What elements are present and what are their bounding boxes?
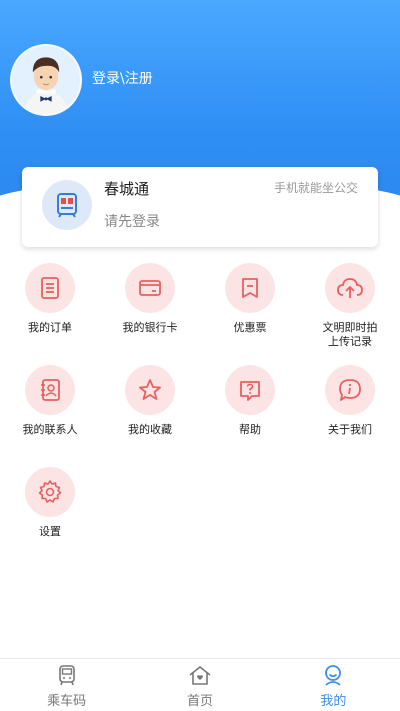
avatar[interactable] xyxy=(10,44,82,116)
menu-settings[interactable]: 设置 xyxy=(0,467,100,539)
menu-label: 我的联系人 xyxy=(22,423,78,436)
menu-label: 关于我们 xyxy=(328,423,372,436)
tab-label: 首页 xyxy=(186,694,213,709)
gear-icon xyxy=(25,467,75,517)
menu-about-us[interactable]: 关于我们 xyxy=(300,365,400,437)
person-icon xyxy=(267,663,400,687)
menu-label: 我的收藏 xyxy=(128,423,172,436)
card-title: 春城通 xyxy=(104,180,150,198)
menu-label: 设置 xyxy=(39,525,61,538)
menu-label: 文明即时拍 上传记录 xyxy=(322,321,378,348)
tab-label: 乘车码 xyxy=(47,694,87,709)
menu-my-bank-cards[interactable]: 我的银行卡 xyxy=(100,263,200,335)
contacts-icon xyxy=(25,365,75,415)
menu-label: 优惠票 xyxy=(233,321,267,334)
login-register-link[interactable]: 登录\注册 xyxy=(92,68,153,88)
bottom-tab-bar: 乘车码 首页 我的 xyxy=(0,658,400,711)
bus-card[interactable]: 春城通 手机就能坐公交 请先登录 xyxy=(22,167,378,247)
bus-card-icon xyxy=(42,180,92,230)
card-slogan: 手机就能坐公交 xyxy=(273,181,358,195)
coupon-icon xyxy=(225,263,275,313)
info-icon xyxy=(325,365,375,415)
tab-home[interactable]: 首页 xyxy=(133,659,266,711)
menu-label: 我的订单 xyxy=(28,321,72,334)
menu-label: 帮助 xyxy=(239,423,261,436)
tab-label: 我的 xyxy=(320,694,347,709)
menu-my-orders[interactable]: 我的订单 xyxy=(0,263,100,335)
menu-my-favorites[interactable]: 我的收藏 xyxy=(100,365,200,437)
menu-civilized-upload[interactable]: 文明即时拍 上传记录 xyxy=(300,263,400,349)
avatar-icon xyxy=(12,46,80,114)
tab-ride-code[interactable]: 乘车码 xyxy=(0,659,133,711)
menu-help[interactable]: 帮助 xyxy=(200,365,300,437)
help-icon xyxy=(225,365,275,415)
star-icon xyxy=(125,365,175,415)
menu-my-contacts[interactable]: 我的联系人 xyxy=(0,365,100,437)
menu-label: 我的银行卡 xyxy=(122,321,178,334)
menu-coupons[interactable]: 优惠票 xyxy=(200,263,300,335)
card-login-prompt[interactable]: 请先登录 xyxy=(104,211,160,231)
bus-icon xyxy=(0,663,133,687)
cloud-upload-icon xyxy=(325,263,375,313)
tab-mine[interactable]: 我的 xyxy=(267,659,400,711)
home-icon xyxy=(133,663,266,687)
bank-card-icon xyxy=(125,263,175,313)
order-icon xyxy=(25,263,75,313)
